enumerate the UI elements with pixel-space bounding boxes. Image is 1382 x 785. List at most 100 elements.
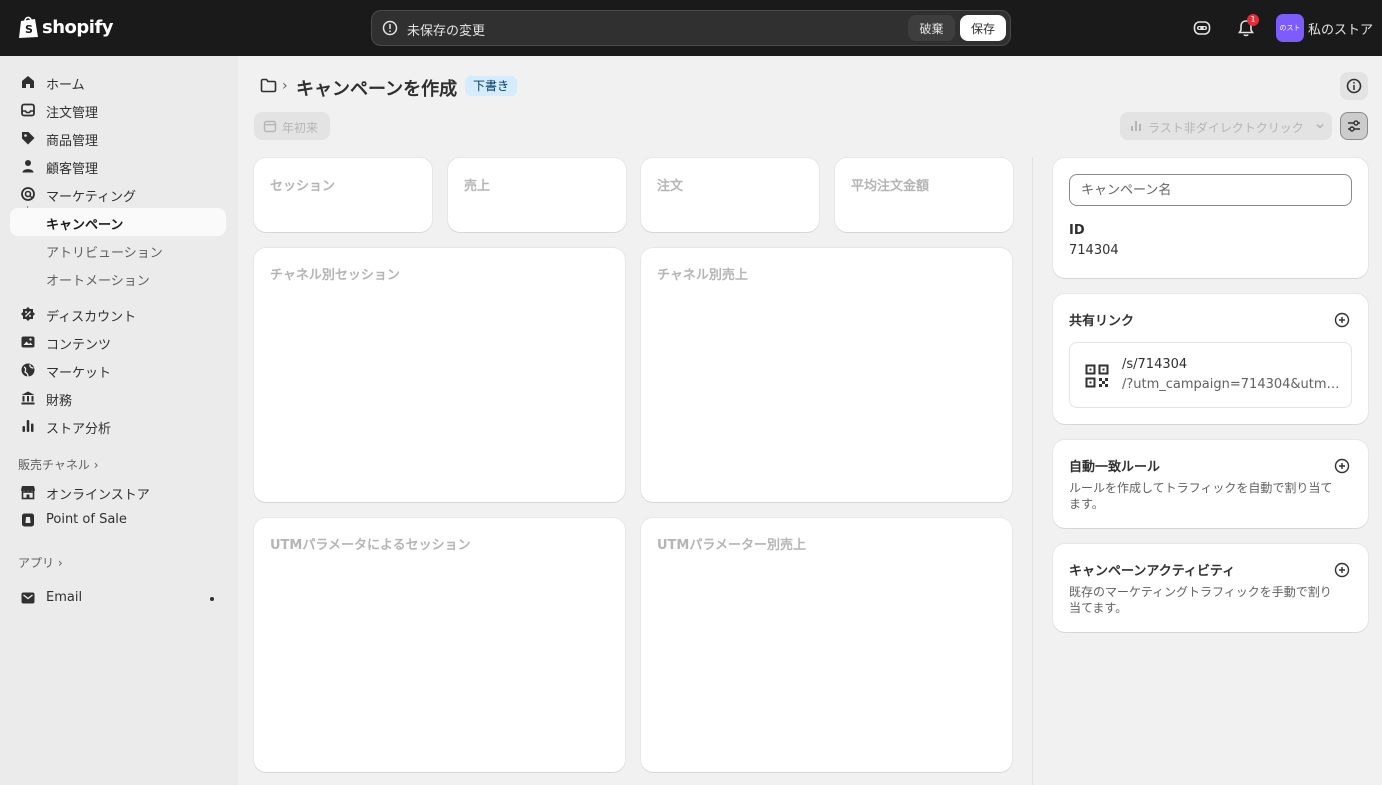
chevron-right-icon: › <box>57 556 63 570</box>
panel-title: UTMパラメーター別売上 <box>657 538 806 553</box>
save-button[interactable]: 保存 <box>960 15 1006 41</box>
apps-heading[interactable]: アプリ › <box>18 554 63 571</box>
sales-channels-label: 販売チャネル <box>18 458 90 472</box>
panel-title: チャネル別セッション <box>270 268 400 283</box>
sales-channels-heading[interactable]: 販売チャネル › <box>18 456 99 473</box>
sidebar-item-label: ホーム <box>46 78 85 93</box>
metric-title: 売上 <box>464 179 491 194</box>
store-icon <box>21 486 35 500</box>
auto-rules-title: 自動一致ルール <box>1069 460 1161 475</box>
auto-rules-description: ルールを作成してトラフィックを自動で割り当てます。 <box>1069 481 1333 511</box>
unsaved-changes-text: 未保存の変更 <box>407 24 486 39</box>
home-icon <box>22 76 34 88</box>
sidebar-item-analytics[interactable]: ストア分析 <box>10 412 226 440</box>
campaign-activity-description: 既存のマーケティングトラフィックを手動で割り当てます。 <box>1069 585 1332 615</box>
sidebar-item-label: 注文管理 <box>46 106 99 121</box>
campaign-activity-title: キャンペーンアクティビティ <box>1069 564 1236 579</box>
sidebar-item-email[interactable]: Email <box>10 584 226 612</box>
sidebar-item-label: Email <box>46 590 83 605</box>
top-bar: S shopify 未保存の変更 破棄 保存 1 のスト 私のストア <box>0 0 1382 56</box>
sidebar-item-automations[interactable]: オートメーション <box>10 264 226 292</box>
sidebar-item-attribution[interactable]: アトリビューション <box>10 236 226 264</box>
panel-sales-by-utm: UTMパラメーター別売上 <box>641 518 1012 772</box>
bank-icon <box>21 391 35 405</box>
status-badge: 下書き <box>465 76 518 96</box>
chevron-down-icon <box>1316 123 1324 129</box>
settings-button[interactable] <box>1340 112 1368 140</box>
alert-circle-icon <box>382 20 398 36</box>
share-link-title: 共有リンク <box>1069 314 1135 329</box>
sidebar-item-label: オートメーション <box>46 274 150 289</box>
add-circle-icon[interactable] <box>1334 458 1350 474</box>
sidebar-item-label: ストア分析 <box>46 422 112 437</box>
sidebar-item-markets[interactable]: マーケット <box>10 356 226 384</box>
date-range-button[interactable]: 年初来 <box>254 112 330 140</box>
discard-button[interactable]: 破棄 <box>908 15 955 41</box>
add-circle-icon[interactable] <box>1334 312 1350 328</box>
inbox-icon <box>21 103 35 117</box>
auto-rules-card: 自動一致ルール ルールを作成してトラフィックを自動で割り当てます。 <box>1053 440 1368 528</box>
column-divider <box>1032 157 1033 785</box>
calendar-icon <box>263 120 277 133</box>
notification-badge: 1 <box>1247 14 1259 26</box>
panel-sessions-by-utm: UTMパラメータによるセッション <box>254 518 625 772</box>
info-button[interactable] <box>1340 72 1368 100</box>
folder-icon[interactable] <box>260 78 277 93</box>
sidebar-item-marketing[interactable]: マーケティング <box>10 180 226 208</box>
sidebar-item-campaigns[interactable]: キャンペーン <box>10 208 226 236</box>
share-link-query: /?utm_campaign=714304&utm_s... <box>1122 377 1340 392</box>
store-name[interactable]: 私のストア <box>1308 19 1373 38</box>
metric-title: セッション <box>270 179 336 194</box>
id-label: ID <box>1069 223 1085 238</box>
sidekick-icon[interactable] <box>1192 18 1212 38</box>
avatar[interactable]: のスト <box>1276 14 1304 42</box>
email-icon <box>21 592 35 604</box>
bar-chart-icon <box>22 420 34 432</box>
sidebar-item-customers[interactable]: 顧客管理 <box>10 152 226 180</box>
sidebar-item-label: ディスカウント <box>46 310 137 325</box>
metric-title: 平均注文金額 <box>851 179 930 194</box>
panel-title: チャネル別売上 <box>657 268 748 283</box>
sidebar-item-online-store[interactable]: オンラインストア <box>10 478 226 506</box>
sidebar-item-label: 商品管理 <box>46 134 99 149</box>
sliders-icon <box>1348 120 1360 132</box>
sidebar-item-finance[interactable]: 財務 <box>10 384 226 412</box>
campaign-name-input[interactable] <box>1069 174 1352 206</box>
date-range-label: 年初来 <box>282 121 319 135</box>
qr-code-icon[interactable] <box>1085 364 1109 388</box>
sidebar-item-orders[interactable]: 注文管理 <box>10 96 226 124</box>
metric-card-orders: 注文 <box>641 158 819 232</box>
shopify-bag-icon: S <box>19 16 38 38</box>
sidebar-item-point-of-sale[interactable]: Point of Sale <box>10 506 226 534</box>
campaign-activity-card: キャンペーンアクティビティ 既存のマーケティングトラフィックを手動で割り当てます… <box>1053 544 1368 632</box>
sidebar-item-products[interactable]: 商品管理 <box>10 124 226 152</box>
metric-title: 注文 <box>657 179 684 194</box>
person-icon <box>22 160 34 173</box>
share-link-path: /s/714304 <box>1122 357 1188 372</box>
shopify-logo[interactable]: S shopify <box>18 15 114 39</box>
share-link-card: 共有リンク /s/714304 /?utm_campaign=714304&ut… <box>1053 294 1368 424</box>
panel-sales-by-channel: チャネル別売上 <box>641 248 1012 502</box>
campaign-details-card: ID 714304 <box>1053 158 1368 278</box>
sidebar-item-content[interactable]: コンテンツ <box>10 328 226 356</box>
app-status-dot <box>210 597 214 601</box>
panel-title: UTMパラメータによるセッション <box>270 538 471 553</box>
sidebar-item-label: コンテンツ <box>46 338 112 353</box>
sidebar-item-home[interactable]: ホーム <box>10 68 226 96</box>
bar-chart-icon <box>1131 121 1141 131</box>
sidebar-item-discounts[interactable]: ディスカウント <box>10 300 226 328</box>
page-title: キャンペーンを作成 <box>296 79 458 100</box>
add-circle-icon[interactable] <box>1334 562 1350 578</box>
chevron-right-icon: › <box>93 458 99 472</box>
sidebar-item-label: 財務 <box>46 394 73 409</box>
share-link-box[interactable]: /s/714304 /?utm_campaign=714304&utm_s... <box>1069 342 1352 408</box>
attribution-model-select[interactable]: ラスト非ダイレクトクリック <box>1120 112 1332 140</box>
metric-card-sales: 売上 <box>448 158 626 232</box>
metric-card-sessions: セッション <box>254 158 432 232</box>
svg-text:S: S <box>25 23 33 36</box>
id-value: 714304 <box>1069 243 1119 258</box>
breadcrumb-chevron-icon: › <box>282 78 288 94</box>
pos-icon <box>22 513 34 527</box>
image-icon <box>21 336 35 348</box>
sidebar-item-label: 顧客管理 <box>46 162 99 177</box>
